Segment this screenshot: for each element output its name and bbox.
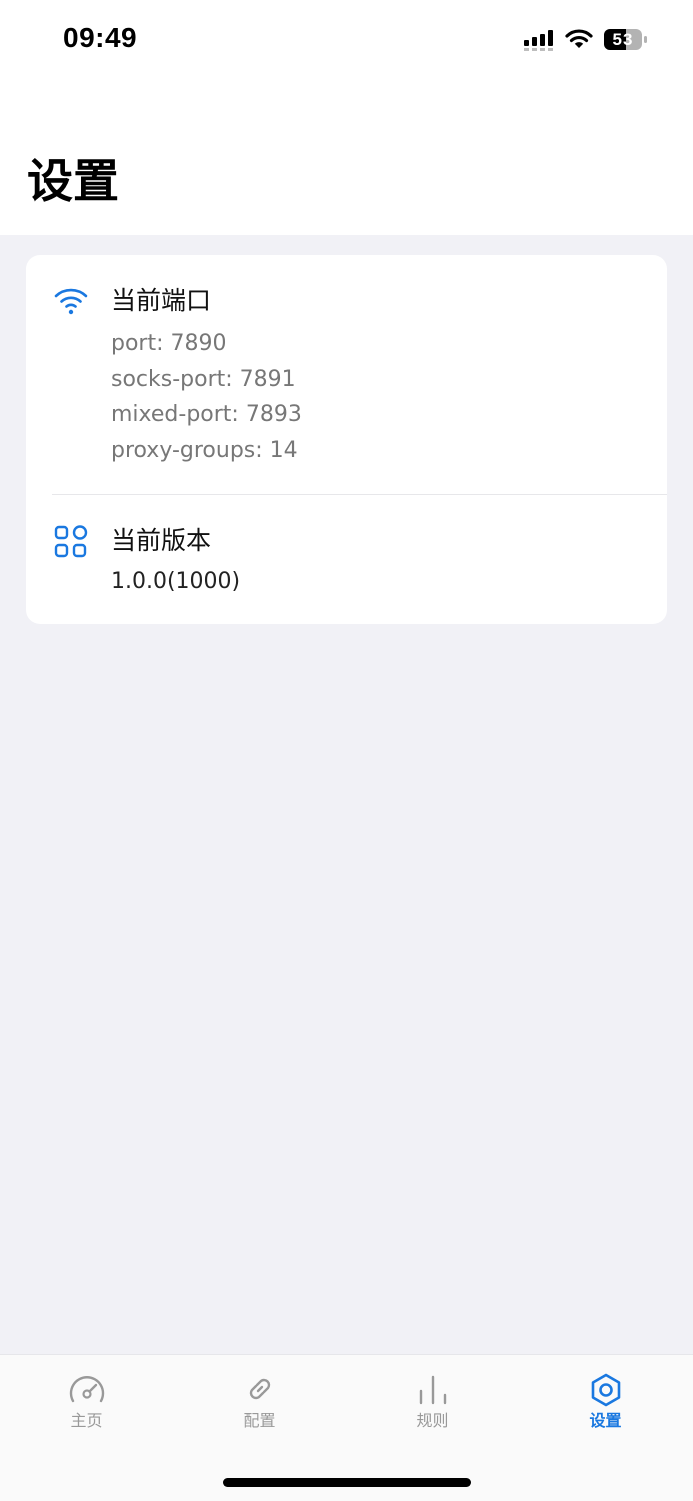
- mixed-port-line: mixed-port: 7893: [111, 402, 302, 427]
- chart-bars-icon: [419, 1375, 446, 1405]
- tab-home[interactable]: 主页: [0, 1355, 173, 1455]
- status-bar: 09:49 53: [0, 0, 693, 80]
- home-indicator: [223, 1478, 471, 1487]
- navigation-header: 设置: [0, 80, 693, 235]
- wifi-icon: [54, 288, 88, 315]
- tab-config[interactable]: 配置: [173, 1355, 346, 1455]
- status-time: 09:49: [63, 22, 138, 53]
- status-icons: 53: [524, 26, 649, 54]
- battery-level: 53: [612, 30, 634, 49]
- tab-home-label: 主页: [70, 1411, 103, 1430]
- settings-card: 当前端口 port: 7890 socks-port: 7891 mixed-p…: [26, 255, 667, 624]
- tab-rules-label: 规则: [416, 1411, 449, 1430]
- tab-rules[interactable]: 规则: [346, 1355, 519, 1455]
- version-row[interactable]: 当前版本 1.0.0(1000): [26, 495, 667, 624]
- link-icon: [249, 1378, 270, 1400]
- grid-icon: [54, 525, 88, 558]
- tab-settings[interactable]: 设置: [519, 1355, 692, 1455]
- speedometer-icon: [69, 1376, 104, 1403]
- proxy-groups-line: proxy-groups: 14: [111, 438, 298, 463]
- port-line: port: 7890: [111, 331, 227, 356]
- tab-config-label: 配置: [243, 1411, 276, 1430]
- cellular-signal-icon: [524, 30, 553, 51]
- settings-hexagon-icon: [591, 1373, 620, 1407]
- tab-settings-label: 设置: [589, 1411, 622, 1430]
- socks-port-line: socks-port: 7891: [111, 367, 296, 392]
- page-title: 设置: [27, 154, 119, 208]
- version-value: 1.0.0(1000): [111, 569, 241, 594]
- ports-title: 当前端口: [111, 286, 212, 315]
- wifi-status-icon: [565, 29, 593, 48]
- ports-row[interactable]: 当前端口 port: 7890 socks-port: 7891 mixed-p…: [26, 255, 667, 494]
- version-title: 当前版本: [111, 526, 212, 555]
